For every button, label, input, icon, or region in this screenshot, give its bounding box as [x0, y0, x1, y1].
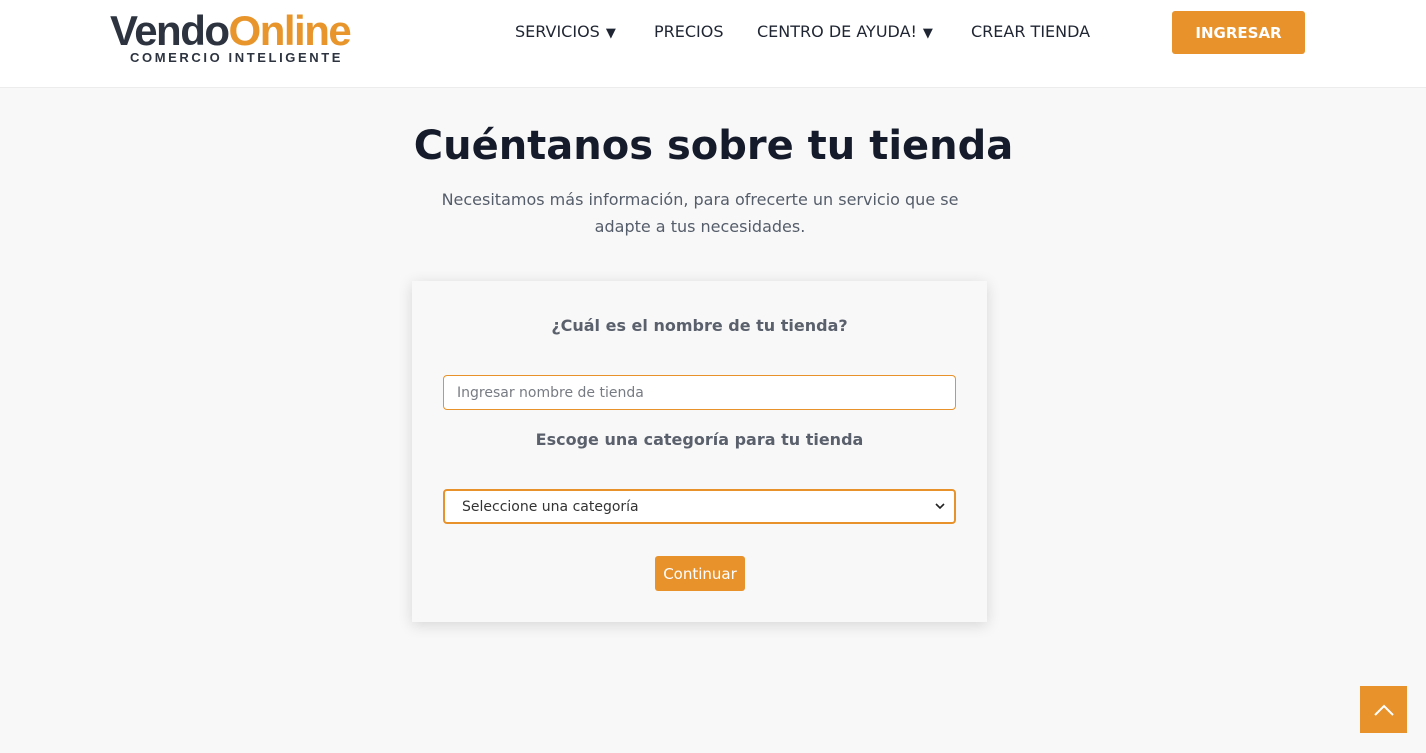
brand-logo-wordmark: VendoOnline — [110, 7, 352, 54]
dropdown-arrow-icon: ▼ — [922, 26, 933, 41]
category-select[interactable]: Seleccione una categoría — [443, 489, 956, 524]
scroll-to-top-button[interactable] — [1360, 686, 1407, 733]
brand-tagline: COMERCIO INTELIGENTE — [130, 50, 344, 65]
brand-logo[interactable]: VendoOnline COMERCIO INTELIGENTE — [110, 8, 385, 68]
nav-item-label: CENTRO DE AYUDA! — [757, 22, 917, 41]
nav-item-servicios[interactable]: SERVICIOS ▼ — [515, 21, 616, 45]
brand-name-part2: Online — [228, 7, 352, 54]
page-subtitle: Necesitamos más información, para ofrece… — [441, 190, 959, 236]
category-select-value: Seleccione una categoría — [462, 498, 639, 515]
nav-item-label: SERVICIOS — [515, 22, 600, 41]
continue-button[interactable]: Continuar — [655, 556, 745, 591]
chevron-up-icon — [1373, 704, 1394, 716]
dropdown-arrow-icon: ▼ — [605, 26, 616, 41]
page-title: Cuéntanos sobre tu tienda — [413, 123, 1014, 169]
site-header: VendoOnline COMERCIO INTELIGENTE SERVICI… — [0, 0, 1426, 88]
store-name-input[interactable] — [443, 375, 956, 410]
category-label: Escoge una categoría para tu tienda — [535, 430, 864, 449]
nav-item-label: PRECIOS — [654, 22, 724, 41]
store-name-label: ¿Cuál es el nombre de tu tienda? — [551, 316, 848, 335]
nav-item-label: CREAR TIENDA — [971, 22, 1091, 41]
nav-item-centro-de-ayuda[interactable]: CENTRO DE AYUDA! ▼ — [757, 21, 933, 45]
nav-item-precios[interactable]: PRECIOS — [654, 21, 724, 43]
chevron-down-icon — [935, 503, 945, 510]
login-button[interactable]: INGRESAR — [1172, 11, 1305, 54]
nav-item-crear-tienda[interactable]: CREAR TIENDA — [971, 21, 1090, 43]
store-info-form: ¿Cuál es el nombre de tu tienda? Escoge … — [412, 281, 987, 622]
brand-name-part1: Vendo — [110, 7, 230, 54]
